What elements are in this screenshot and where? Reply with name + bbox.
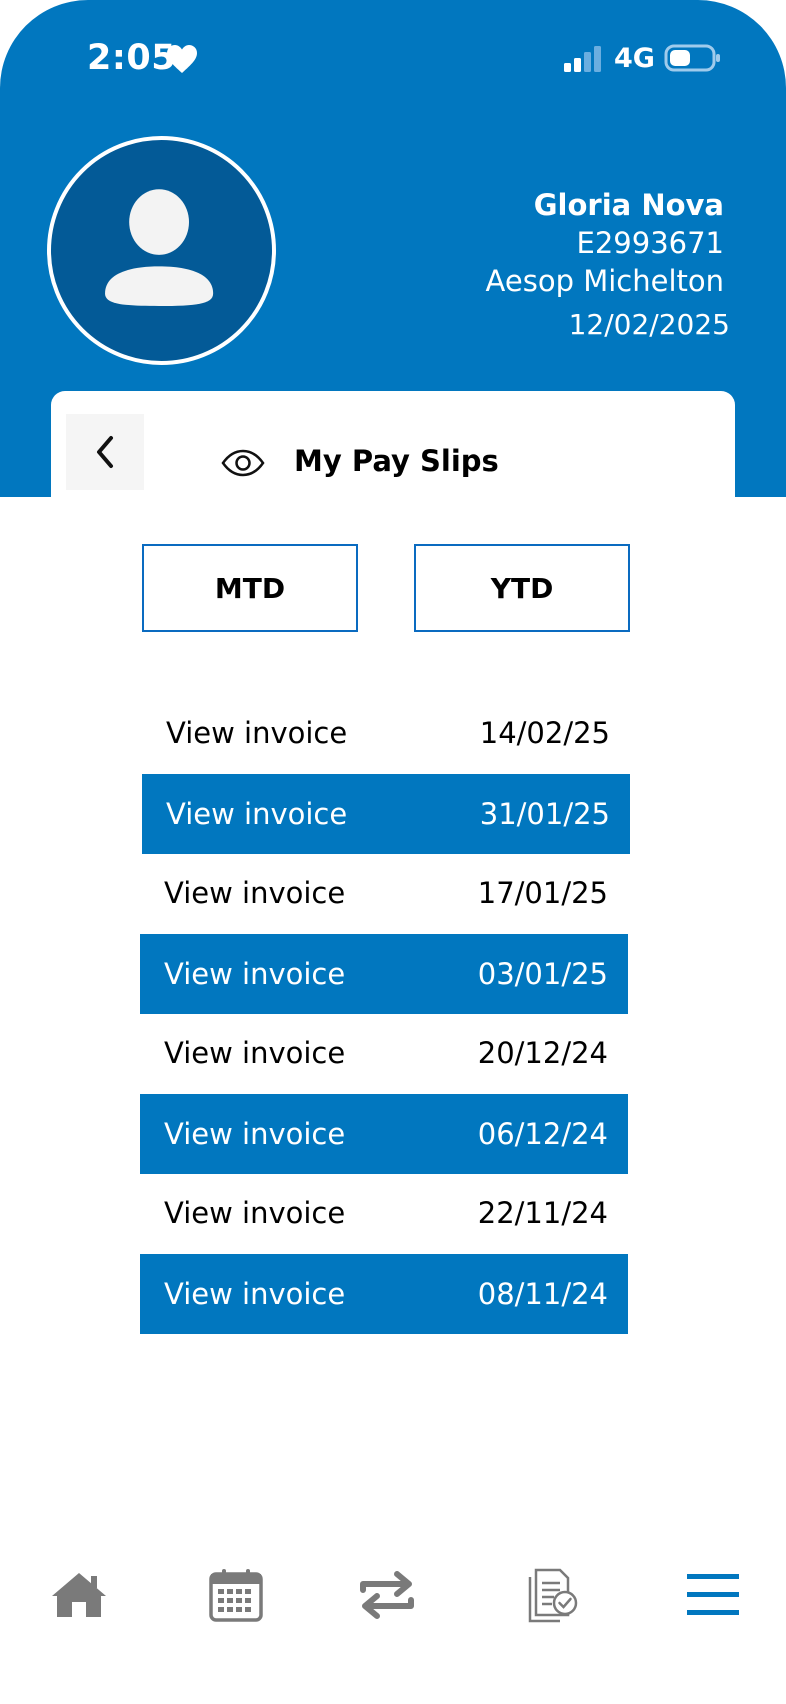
employee-id: E2993671 <box>576 226 724 260</box>
invoice-date: 22/11/24 <box>477 1196 608 1230</box>
invoice-row[interactable]: View invoice 20/12/24 <box>140 1013 628 1093</box>
view-invoice-link[interactable]: View invoice <box>166 716 347 750</box>
tab-ytd[interactable]: YTD <box>414 544 630 632</box>
invoice-date: 03/01/25 <box>477 957 608 991</box>
battery-icon <box>664 44 720 72</box>
user-silhouette-icon <box>105 189 214 306</box>
company-name: Aesop Michelton <box>485 264 724 298</box>
view-invoice-link[interactable]: View invoice <box>164 1117 345 1151</box>
view-invoice-link[interactable]: View invoice <box>164 1196 345 1230</box>
invoice-date: 08/11/24 <box>477 1277 608 1311</box>
nav-menu[interactable] <box>678 1560 748 1630</box>
view-invoice-link[interactable]: View invoice <box>164 1036 345 1070</box>
view-invoice-link[interactable]: View invoice <box>164 957 345 991</box>
document-check-icon <box>528 1568 578 1623</box>
invoice-date: 31/01/25 <box>479 797 610 831</box>
page-title: My Pay Slips <box>294 444 499 478</box>
invoice-row[interactable]: View invoice 08/11/24 <box>140 1254 628 1334</box>
back-button[interactable] <box>66 414 144 490</box>
avatar[interactable] <box>47 136 276 365</box>
view-invoice-link[interactable]: View invoice <box>164 1277 345 1311</box>
view-invoice-link[interactable]: View invoice <box>164 876 345 910</box>
profile-info: Gloria Nova E2993671 Aesop Michelton 12/… <box>485 186 730 344</box>
menu-icon <box>687 1574 739 1615</box>
transfer-icon <box>360 1571 414 1619</box>
invoice-row[interactable]: View invoice 22/11/24 <box>140 1173 628 1253</box>
eye-icon <box>221 449 265 477</box>
nav-transfer[interactable] <box>352 1560 422 1630</box>
signal-icon <box>564 46 601 72</box>
invoice-row[interactable]: View invoice 06/12/24 <box>140 1094 628 1174</box>
network-label: 4G <box>614 43 655 74</box>
invoice-row[interactable]: View invoice 14/02/25 <box>142 693 630 773</box>
user-name: Gloria Nova <box>533 188 724 222</box>
invoice-row[interactable]: View invoice 31/01/25 <box>142 774 630 854</box>
bottom-nav <box>0 1560 786 1640</box>
calendar-icon <box>209 1569 263 1622</box>
home-icon <box>52 1573 106 1617</box>
view-invoice-link[interactable]: View invoice <box>166 797 347 831</box>
current-date: 12/02/2025 <box>568 308 730 341</box>
invoice-date: 17/01/25 <box>477 876 608 910</box>
status-time: 2:05 <box>87 38 177 78</box>
page-header: My Pay Slips <box>66 414 720 497</box>
nav-calendar[interactable] <box>201 1560 271 1630</box>
nav-documents[interactable] <box>515 1560 585 1630</box>
invoice-date: 06/12/24 <box>477 1117 608 1151</box>
heart-icon <box>167 45 197 73</box>
invoice-date: 20/12/24 <box>477 1036 608 1070</box>
page-header-card: My Pay Slips <box>51 391 735 497</box>
chevron-left-icon <box>97 436 113 468</box>
nav-home[interactable] <box>44 1560 114 1630</box>
tab-mtd[interactable]: MTD <box>142 544 358 632</box>
invoice-date: 14/02/25 <box>479 716 610 750</box>
invoice-row[interactable]: View invoice 17/01/25 <box>140 853 628 933</box>
invoice-row[interactable]: View invoice 03/01/25 <box>140 934 628 1014</box>
